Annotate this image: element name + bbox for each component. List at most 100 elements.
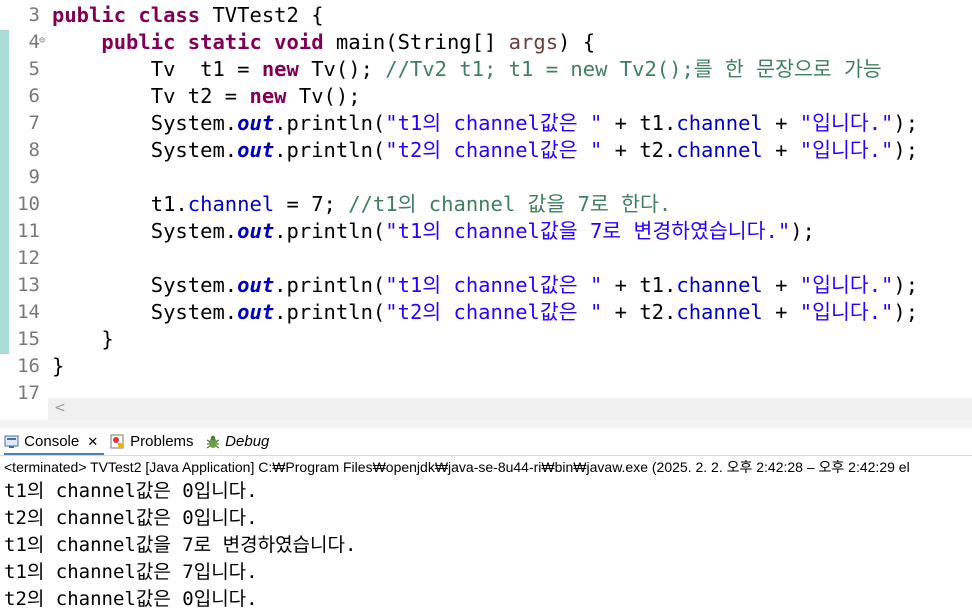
code-line[interactable]: 7 System.out.println("t1의 channel값은 " + …	[0, 110, 972, 137]
code-token: "t2의 channel값은 "	[385, 300, 603, 324]
code-token: +	[762, 273, 800, 297]
code-token: .println(	[274, 219, 386, 243]
code-line[interactable]: 16}	[0, 353, 972, 380]
code-token: System.	[52, 219, 238, 243]
code-token: }	[52, 354, 65, 378]
code-token: "t1의 channel값은 "	[385, 111, 603, 135]
code-token: Tv();	[311, 57, 386, 81]
code-text: public static void main(String[] args) {	[52, 29, 595, 56]
line-number: 5	[28, 58, 40, 80]
console-icon	[4, 435, 19, 449]
horizontal-scrollbar[interactable]: <	[48, 398, 972, 420]
code-text: System.out.println("t1의 channel값은 " + t1…	[52, 110, 918, 137]
code-token: "입니다."	[799, 111, 894, 135]
code-line[interactable]: 10 t1.channel = 7; //t1의 channel 값을 7로 한…	[0, 191, 972, 218]
code-token: out	[237, 273, 275, 297]
code-token: .println(	[274, 300, 386, 324]
tab-debug-label: Debug	[225, 433, 270, 450]
code-token: + t1.	[602, 273, 677, 297]
code-token: out	[237, 300, 275, 324]
code-token: .println(	[274, 138, 386, 162]
tab-problems[interactable]: Problems	[110, 428, 194, 455]
code-token: ) {	[558, 30, 596, 54]
code-text: Tv t2 = new Tv();	[52, 83, 361, 110]
code-token: Tv();	[298, 84, 361, 108]
line-number: 15	[17, 328, 40, 350]
code-token: "입니다."	[799, 300, 894, 324]
code-token: );	[893, 300, 919, 324]
close-icon[interactable]: ✕	[87, 434, 98, 449]
code-token: new	[261, 57, 312, 81]
code-line[interactable]: 5 Tv t1 = new Tv(); //Tv2 t1; t1 = new T…	[0, 56, 972, 83]
code-token: //Tv2 t1; t1 = new Tv2();를 한 문장으로 가능	[385, 57, 882, 81]
code-token: +	[762, 138, 800, 162]
code-line[interactable]: 4 ⊖ public static void main(String[] args…	[0, 29, 972, 56]
code-line[interactable]: 12	[0, 245, 972, 272]
line-number: 12	[17, 247, 40, 269]
code-token: );	[893, 111, 919, 135]
line-number: 4	[28, 31, 40, 53]
code-token: System.	[52, 138, 238, 162]
line-number: 11	[17, 220, 40, 242]
tab-console-label: Console	[24, 433, 80, 450]
code-token: public class	[52, 3, 213, 27]
code-token: + t1.	[602, 111, 677, 135]
code-token: Tv t1 =	[52, 57, 262, 81]
code-token: = 7;	[274, 192, 349, 216]
code-text: System.out.println("t1의 channel값을 7로 변경하…	[52, 218, 815, 245]
console-output-line: t2의 channel값은 0입니다.	[4, 507, 258, 529]
code-token: channel	[676, 273, 763, 297]
code-token: channel	[676, 138, 763, 162]
code-line[interactable]: 11 System.out.println("t1의 channel값을 7로 …	[0, 218, 972, 245]
console-output-line: t2의 channel값은 0입니다.	[4, 588, 258, 610]
code-line[interactable]: 13 System.out.println("t1의 channel값은 " +…	[0, 272, 972, 299]
line-number: 14	[17, 301, 40, 323]
code-token: "t1의 channel값은 "	[385, 273, 603, 297]
code-token: channel	[676, 300, 763, 324]
line-number: 8	[28, 139, 40, 161]
tab-problems-label: Problems	[130, 433, 194, 450]
code-text: System.out.println("t2의 channel값은 " + t2…	[52, 137, 918, 164]
code-token: Tv t2 =	[52, 84, 250, 108]
fold-toggle-icon[interactable]: ⊖	[39, 35, 45, 47]
tab-debug[interactable]: Debug	[205, 428, 269, 455]
code-token: args	[508, 30, 559, 54]
debug-bug-icon	[206, 435, 220, 449]
console-output-line: t1의 channel값은 0입니다.	[4, 480, 258, 502]
code-editor[interactable]: 3 public class TVTest2 {4 ⊖ public static …	[0, 0, 972, 402]
code-line[interactable]: 6 Tv t2 = new Tv();	[0, 83, 972, 110]
code-text: }	[52, 353, 64, 380]
code-token: .println(	[274, 111, 386, 135]
code-token: + t2.	[602, 138, 677, 162]
code-line[interactable]: 9	[0, 164, 972, 191]
tab-console[interactable]: Console ✕	[4, 428, 104, 455]
code-token: );	[790, 219, 815, 243]
line-number: 3	[28, 4, 40, 26]
code-token: .println(	[274, 273, 386, 297]
code-token: out	[237, 219, 275, 243]
line-number: 6	[28, 85, 40, 107]
console-launch-status: <terminated> TVTest2 [Java Application] …	[4, 459, 910, 475]
code-line[interactable]: 15 }	[0, 326, 972, 353]
code-token: +	[762, 111, 800, 135]
line-number: 16	[17, 355, 40, 377]
code-line[interactable]: 8 System.out.println("t2의 channel값은 " + …	[0, 137, 972, 164]
code-line[interactable]: 3 public class TVTest2 {	[0, 2, 972, 29]
code-text: t1.channel = 7; //t1의 channel 값을 7로 한다.	[52, 191, 671, 218]
code-token: out	[237, 138, 275, 162]
console-output-line: t1의 channel값을 7로 변경하였습니다.	[4, 534, 357, 556]
line-number: 7	[28, 112, 40, 134]
scroll-left-arrow-icon[interactable]: <	[54, 400, 66, 416]
code-token: + t2.	[602, 300, 677, 324]
console-output-line: t1의 channel값은 7입니다.	[4, 561, 258, 583]
code-token: System.	[52, 111, 238, 135]
code-token: t1.	[52, 192, 188, 216]
code-token: "입니다."	[799, 138, 894, 162]
code-token: main(String[]	[335, 30, 509, 54]
code-token: new	[249, 84, 299, 108]
code-text: System.out.println("t1의 channel값은 " + t1…	[52, 272, 918, 299]
line-number: 13	[17, 274, 40, 296]
code-text: public class TVTest2 {	[52, 2, 324, 29]
code-line[interactable]: 14 System.out.println("t2의 channel값은 " +…	[0, 299, 972, 326]
